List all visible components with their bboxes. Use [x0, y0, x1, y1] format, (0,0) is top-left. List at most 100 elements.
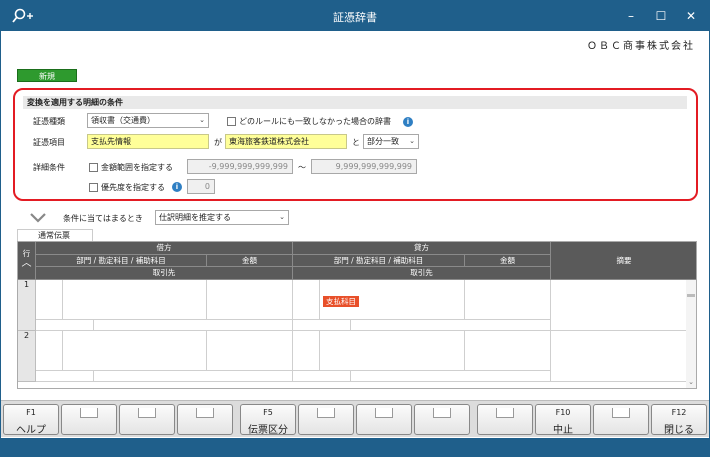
amount-checkbox[interactable] — [89, 163, 98, 172]
f8-button[interactable] — [414, 404, 470, 435]
tab-normal-voucher[interactable]: 通常伝票 — [17, 229, 93, 241]
empty-key-cap — [138, 408, 156, 418]
debit-dept-cell[interactable] — [36, 280, 63, 320]
amount-from-field[interactable]: -9,999,999,999,999 — [187, 159, 293, 174]
voucher-type-label: 証憑種類 — [33, 117, 65, 126]
empty-key-cap — [196, 408, 214, 418]
credit-partner-cell[interactable] — [351, 320, 551, 331]
priority-label: 優先度を指定する — [101, 183, 165, 192]
row-number[interactable]: 1 — [18, 280, 36, 331]
when-label: 条件に当てはまるとき — [63, 214, 143, 223]
empty-key-cap — [317, 408, 335, 418]
f4-button[interactable] — [177, 404, 233, 435]
status-bar — [1, 438, 709, 456]
f2-button[interactable] — [61, 404, 117, 435]
title-bar: 証憑辞書 – ☐ ✕ — [1, 1, 709, 31]
empty-key-cap — [80, 408, 98, 418]
debit-amount-cell[interactable] — [207, 280, 293, 320]
scroll-thumb[interactable] — [687, 294, 695, 297]
f12-button[interactable]: F12 閉じる — [651, 404, 707, 436]
f1-button[interactable]: F1 ヘルプ — [3, 404, 59, 436]
no-match-label: どのルールにも一致しなかった場合の辞書 — [239, 117, 391, 126]
no-match-checkbox[interactable] — [227, 117, 236, 126]
credit-account-cell[interactable] — [320, 331, 465, 371]
debit-account-cell[interactable] — [63, 280, 207, 320]
info-icon[interactable]: i — [172, 182, 182, 192]
memo-cell[interactable] — [551, 331, 688, 382]
priority-field[interactable]: 0 — [187, 179, 215, 194]
debit-partner-code-cell[interactable] — [36, 320, 94, 331]
vertical-scrollbar[interactable]: ⌄ — [686, 280, 696, 388]
credit-partner-code-cell[interactable] — [293, 371, 351, 382]
item-label: 証憑項目 — [33, 138, 65, 147]
fkey-label: F12 — [671, 408, 687, 417]
voucher-type-value: 領収書（交通費） — [91, 116, 155, 125]
f10-button[interactable]: F10 中止 — [535, 404, 591, 436]
maximize-icon[interactable]: ☐ — [653, 8, 669, 24]
credit-dept-cell[interactable] — [293, 331, 320, 371]
f7-button[interactable] — [356, 404, 412, 435]
chevron-down-icon[interactable] — [29, 212, 47, 224]
payment-account-badge: 支払科目 — [323, 296, 359, 307]
company-name: ＯＢＣ商事株式会社 — [587, 41, 695, 52]
row-number[interactable]: 2 — [18, 331, 36, 382]
debit-account-header: 部門 / 勘定科目 / 補助科目 — [36, 255, 207, 267]
debit-dept-cell[interactable] — [36, 331, 63, 371]
info-icon[interactable]: i — [403, 117, 413, 127]
tab-new[interactable]: 新規 — [17, 69, 77, 82]
credit-header: 貸方 — [293, 242, 551, 255]
detail-label: 詳細条件 — [33, 163, 65, 172]
f11-button[interactable] — [593, 404, 649, 435]
item-field[interactable]: 支払先情報 — [87, 134, 209, 149]
scroll-down-icon[interactable]: ⌄ — [686, 378, 696, 386]
fkey-name: 閉じる — [664, 425, 694, 436]
priority-checkbox[interactable] — [89, 183, 98, 192]
memo-cell[interactable] — [551, 280, 688, 331]
amount-label: 金額範囲を指定する — [101, 163, 173, 172]
match-mode-value: 部分一致 — [367, 137, 399, 146]
match-mode-select[interactable]: 部分一致 ⌄ — [363, 134, 419, 149]
credit-amount-header: 金額 — [465, 255, 551, 267]
close-icon[interactable]: ✕ — [683, 8, 699, 24]
to-label: と — [352, 138, 360, 147]
condition-header: 変換を適用する明細の条件 — [23, 96, 687, 109]
fkey-label: F10 — [555, 408, 571, 417]
voucher-type-select[interactable]: 領収書（交通費） ⌄ — [87, 113, 209, 128]
empty-key-cap — [375, 408, 393, 418]
ga-label: が — [214, 138, 222, 147]
memo-header: 摘要 — [551, 242, 696, 280]
minimize-icon[interactable]: – — [623, 8, 639, 24]
journal-grid: 行 ︿ 借方 部門 / 勘定科目 / 補助科目 金額 取引先 貸方 部門 / 勘… — [17, 241, 697, 389]
match-value-field[interactable]: 東海旅客鉄道株式会社 — [225, 134, 347, 149]
credit-amount-cell[interactable] — [465, 280, 551, 320]
empty-key-cap — [496, 408, 514, 418]
chevron-up-icon: ︿ — [21, 258, 32, 269]
debit-header: 借方 — [36, 242, 293, 255]
credit-dept-cell[interactable] — [293, 280, 320, 320]
empty-key-cap — [612, 408, 630, 418]
action-value: 仕訳明細を推定する — [159, 213, 231, 222]
f3-button[interactable] — [119, 404, 175, 435]
fkey-name: ヘルプ — [16, 425, 46, 436]
debit-partner-code-cell[interactable] — [36, 371, 94, 382]
debit-amount-cell[interactable] — [207, 331, 293, 371]
debit-partner-cell[interactable] — [94, 320, 293, 331]
amount-to-field[interactable]: 9,999,999,999,999 — [311, 159, 417, 174]
action-select[interactable]: 仕訳明細を推定する ⌄ — [155, 210, 289, 225]
f6-button[interactable] — [298, 404, 354, 435]
debit-account-cell[interactable] — [63, 331, 207, 371]
fkey-name: 中止 — [553, 425, 573, 436]
window-title: 証憑辞書 — [333, 11, 377, 24]
credit-account-header: 部門 / 勘定科目 / 補助科目 — [293, 255, 465, 267]
function-key-bar: F1 ヘルプ F5 伝票区分 F10 中止 F12 閉じる — [1, 400, 709, 437]
chevron-down-icon: ⌄ — [409, 137, 415, 145]
f9-button[interactable] — [477, 404, 533, 435]
f5-button[interactable]: F5 伝票区分 — [240, 404, 296, 436]
debit-partner-cell[interactable] — [94, 371, 293, 382]
row-header[interactable]: 行 ︿ — [18, 242, 36, 280]
credit-amount-cell[interactable] — [465, 331, 551, 371]
credit-partner-code-cell[interactable] — [293, 320, 351, 331]
fkey-label: F1 — [26, 408, 36, 417]
credit-partner-cell[interactable] — [351, 371, 551, 382]
fkey-label: F5 — [263, 408, 273, 417]
